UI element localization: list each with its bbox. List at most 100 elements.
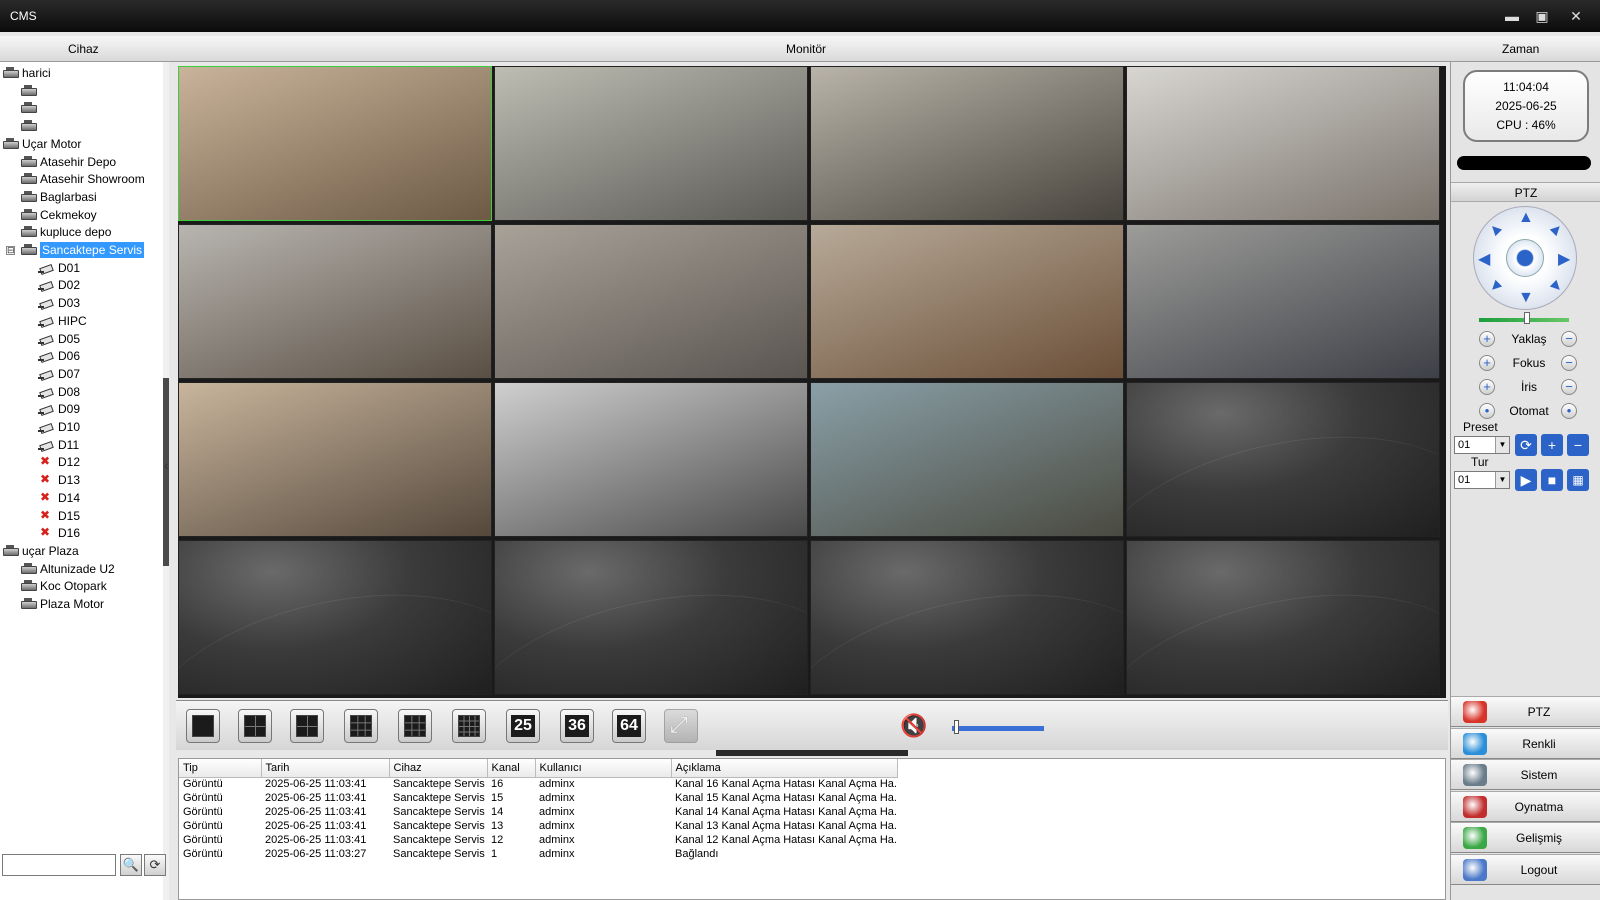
close-icon[interactable]: ✕ — [1566, 6, 1586, 26]
tree-item[interactable] — [20, 99, 40, 117]
video-tile[interactable] — [494, 224, 808, 379]
tree-item[interactable]: harici — [2, 64, 51, 82]
log-row[interactable]: Görüntü 2025-06-25 11:03:41 Sancaktepe Ser… — [179, 833, 897, 847]
tree-item[interactable]: D02 — [38, 276, 80, 294]
search-icon[interactable]: 🔍 — [120, 854, 142, 876]
arrow-right-icon[interactable]: ▶ — [1558, 249, 1570, 269]
arrow-upleft-icon[interactable]: ▲ — [1484, 218, 1508, 242]
empty-video-slot[interactable] — [178, 540, 492, 695]
tree-item[interactable]: D15 — [38, 507, 80, 525]
maximize-icon[interactable]: ▣ — [1532, 6, 1552, 26]
layout-9-button[interactable] — [344, 709, 378, 743]
layout-1-button[interactable] — [186, 709, 220, 743]
empty-video-slot[interactable] — [1126, 540, 1440, 695]
tree-item[interactable]: D03 — [38, 294, 80, 312]
tree-scrollbar[interactable] — [163, 62, 169, 900]
tour-grid-icon[interactable]: ▦ — [1567, 469, 1589, 491]
tour-select[interactable]: 01 ▼ — [1454, 471, 1510, 489]
tree-item[interactable]: Atasehir Showroom — [20, 170, 145, 188]
log-column-header[interactable]: Cihaz — [389, 759, 488, 778]
tree-item[interactable]: D01 — [38, 259, 80, 277]
tree-item[interactable]: Altunizade U2 — [20, 560, 115, 578]
log-row[interactable]: Görüntü 2025-06-25 11:03:41 Sancaktepe Ser… — [179, 819, 897, 833]
preset-select[interactable]: 01 ▼ — [1454, 436, 1510, 454]
log-row[interactable]: Görüntü 2025-06-25 11:03:41 Sancaktepe Ser… — [179, 791, 897, 805]
focus-in-button[interactable]: + — [1479, 355, 1495, 371]
iris-open-button[interactable]: + — [1479, 379, 1495, 395]
log-row[interactable]: Görüntü 2025-06-25 11:03:27 Sancaktepe Ser… — [179, 847, 897, 861]
log-column-header[interactable]: Açıklama — [671, 759, 898, 778]
collapse-panel-icon[interactable]: ‹ — [164, 457, 169, 473]
log-panel-handle[interactable] — [716, 750, 908, 756]
ptz-center-button[interactable] — [1506, 239, 1544, 277]
log-column-header[interactable]: Kanal — [487, 759, 536, 778]
video-tile[interactable] — [178, 66, 492, 221]
arrow-left-icon[interactable]: ◀ — [1478, 249, 1490, 269]
tree-item[interactable]: HIPC — [38, 312, 87, 330]
log-column-header[interactable]: Tarih — [261, 759, 390, 778]
device-search-input[interactable] — [2, 854, 116, 876]
layout-25-button[interactable]: 25 — [506, 709, 540, 743]
empty-video-slot[interactable] — [494, 540, 808, 695]
tour-stop-icon[interactable]: ■ — [1541, 469, 1563, 491]
focus-out-button[interactable]: − — [1561, 355, 1577, 371]
ptz-joystick[interactable]: ▲ ▼ ◀ ▶ ▲ ▲ ▲ ▲ — [1473, 206, 1577, 310]
arrow-downleft-icon[interactable]: ▲ — [1484, 274, 1508, 298]
video-tile[interactable] — [178, 382, 492, 537]
video-tile[interactable] — [494, 66, 808, 221]
layout-6-button[interactable] — [290, 709, 324, 743]
tree-item[interactable]: D14 — [38, 489, 80, 507]
ptz-speed-knob[interactable] — [1524, 312, 1530, 324]
log-row[interactable]: Görüntü 2025-06-25 11:03:41 Sancaktepe Ser… — [179, 805, 897, 819]
tree-item[interactable] — [20, 117, 40, 135]
layout-64-button[interactable]: 64 — [612, 709, 646, 743]
tree-item[interactable]: Koc Otopark — [20, 577, 107, 595]
video-tile[interactable] — [810, 66, 1124, 221]
tree-item[interactable]: uçar Plaza — [2, 542, 79, 560]
tour-play-icon[interactable]: ▶ — [1515, 469, 1537, 491]
arrow-down-icon[interactable]: ▼ — [1518, 289, 1534, 307]
arrow-downright-icon[interactable]: ▲ — [1544, 274, 1568, 298]
menu-renkli[interactable]: Renkli — [1451, 727, 1600, 759]
tree-item[interactable] — [20, 82, 40, 100]
arrow-upright-icon[interactable]: ▲ — [1544, 218, 1568, 242]
video-tile[interactable] — [1126, 224, 1440, 379]
tree-item[interactable]: ⊟ Sancaktepe Servis — [6, 241, 145, 259]
layout-8-button[interactable] — [398, 709, 432, 743]
collapse-icon[interactable]: ⊟ — [6, 245, 15, 255]
tree-item[interactable]: kupluce depo — [20, 223, 111, 241]
fullscreen-button[interactable]: ⤢ — [664, 709, 698, 743]
menu-geli-mi-[interactable]: Gelişmiş — [1451, 822, 1600, 853]
tree-item[interactable]: D11 — [38, 436, 79, 454]
layout-36-button[interactable]: 36 — [560, 709, 594, 743]
tree-item[interactable]: D10 — [38, 418, 80, 436]
preset-call-icon[interactable]: ⟳ — [1515, 434, 1537, 456]
tree-item[interactable]: D13 — [38, 471, 80, 489]
log-column-header[interactable]: Tip — [179, 759, 262, 778]
refresh-icon[interactable]: ⟳ — [144, 854, 166, 876]
menu-ptz[interactable]: PTZ — [1451, 696, 1600, 727]
tree-item[interactable]: D07 — [38, 365, 80, 383]
video-tile[interactable] — [1126, 66, 1440, 221]
zoom-out-button[interactable]: − — [1561, 331, 1577, 347]
log-row[interactable]: Görüntü 2025-06-25 11:03:41 Sancaktepe Ser… — [179, 777, 897, 791]
tree-item[interactable]: Atasehir Depo — [20, 153, 116, 171]
log-column-header[interactable]: Kullanıcı — [535, 759, 672, 778]
iris-close-button[interactable]: − — [1561, 379, 1577, 395]
tree-item[interactable]: D16 — [38, 524, 80, 542]
volume-slider[interactable] — [952, 726, 1044, 731]
empty-video-slot[interactable] — [810, 540, 1124, 695]
tree-item[interactable]: Cekmekoy — [20, 206, 97, 224]
minimize-icon[interactable]: ▬ — [1502, 6, 1522, 26]
auto-start-button[interactable]: • — [1479, 403, 1495, 419]
zoom-in-button[interactable]: + — [1479, 331, 1495, 347]
tree-item[interactable]: D09 — [38, 400, 80, 418]
menu-oynatma[interactable]: Oynatma — [1451, 790, 1600, 822]
empty-video-slot[interactable] — [1126, 382, 1440, 537]
tree-item[interactable]: Plaza Motor — [20, 595, 104, 613]
tree-item[interactable]: D08 — [38, 383, 80, 401]
tree-item[interactable]: Baglarbasi — [20, 188, 97, 206]
mute-speaker-icon[interactable]: 🔇 — [900, 713, 934, 739]
auto-stop-button[interactable]: • — [1561, 403, 1577, 419]
menu-sistem[interactable]: Sistem — [1451, 759, 1600, 790]
